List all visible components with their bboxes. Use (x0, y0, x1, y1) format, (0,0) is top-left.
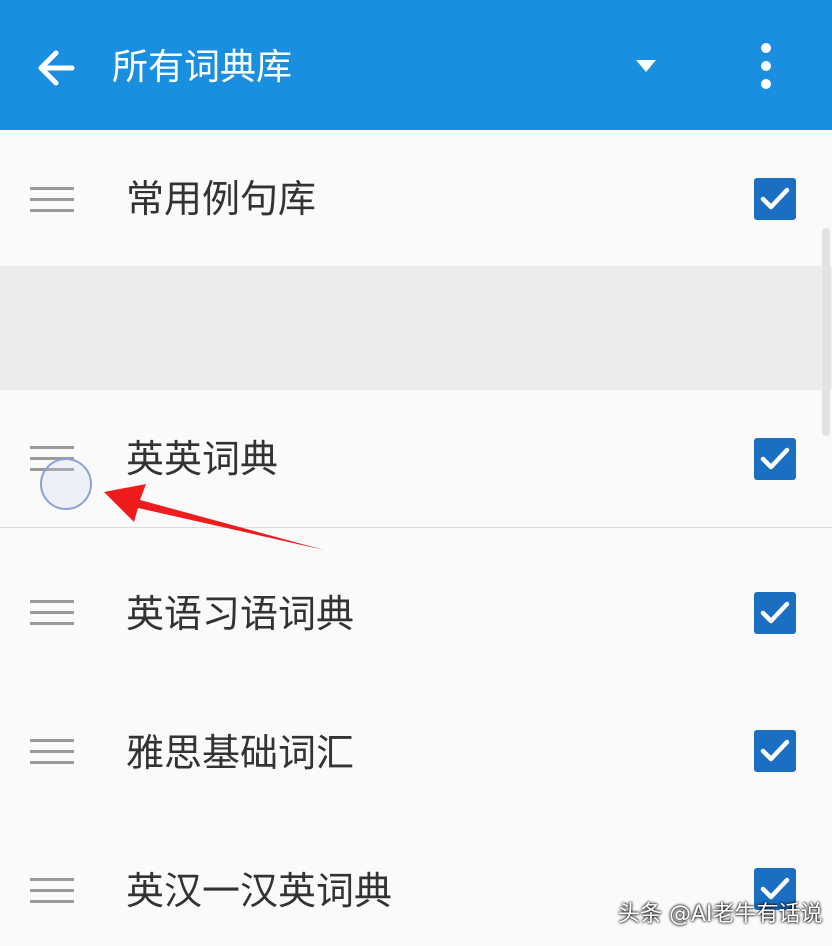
red-arrow-icon (100, 478, 330, 558)
more-vertical-icon[interactable] (744, 40, 788, 92)
drag-handle-icon[interactable] (30, 737, 74, 767)
dictionary-label: 英汉一汉英词典 (126, 869, 393, 913)
watermark: 头条 @AI老牛有话说 (618, 902, 823, 927)
drag-handle-icon[interactable] (30, 185, 74, 215)
checkbox-checked-icon[interactable] (754, 592, 796, 634)
drag-handle-icon[interactable] (30, 598, 74, 628)
dictionary-label: 英英词典 (126, 437, 279, 481)
checkbox-checked-icon[interactable] (754, 178, 796, 220)
checkbox-checked-icon[interactable] (754, 438, 796, 480)
dictionary-label: 雅思基础词汇 (126, 731, 355, 775)
scrollbar[interactable] (822, 228, 830, 436)
page-title: 所有词典库 (112, 47, 293, 88)
drag-handle-icon[interactable] (30, 876, 74, 906)
dictionary-label: 英语习语词典 (126, 592, 355, 636)
drag-drop-placeholder (0, 266, 832, 390)
app-bar: 所有词典库 (0, 0, 832, 130)
caret-down-icon[interactable] (624, 50, 668, 82)
dictionary-item[interactable]: 雅思基础词汇 (0, 666, 832, 806)
checkbox-checked-icon[interactable] (754, 730, 796, 772)
back-arrow-icon[interactable] (32, 44, 80, 92)
dictionary-item[interactable]: 常用例句库 (0, 130, 832, 266)
dictionary-label: 常用例句库 (126, 177, 317, 221)
touch-indicator (40, 458, 92, 510)
